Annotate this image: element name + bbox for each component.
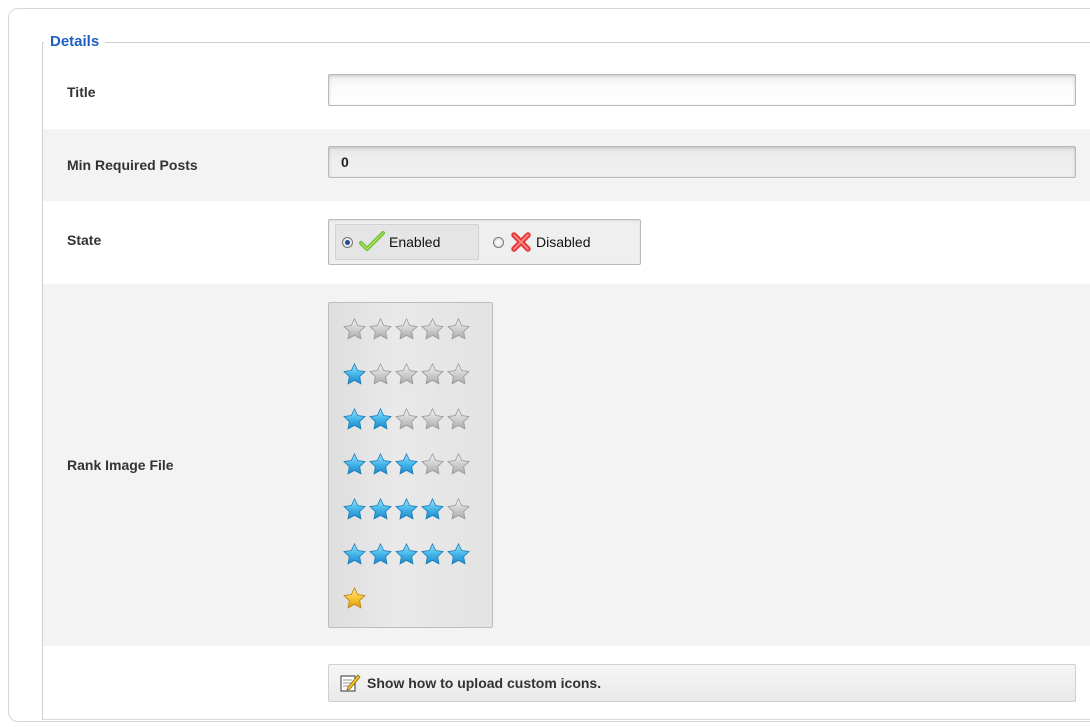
gray-star-icon (420, 317, 445, 342)
upload-help-text: Show how to upload custom icons. (367, 675, 602, 691)
gray-star-icon (446, 407, 471, 432)
blue-star-icon (368, 542, 393, 567)
gray-star-icon (446, 362, 471, 387)
rank-option-4-stars[interactable] (342, 497, 471, 527)
enabled-label: Enabled (389, 234, 441, 250)
rank-option-1-stars[interactable] (342, 362, 471, 392)
blue-star-icon (342, 452, 367, 477)
blue-star-icon (394, 497, 419, 522)
rank-image-row: Rank Image File (43, 284, 1090, 646)
fieldset-legend: Details (44, 33, 106, 50)
enabled-radio[interactable] (342, 236, 353, 248)
gray-star-icon (446, 317, 471, 342)
blue-star-icon (394, 542, 419, 567)
state-radio-group: Enabled Disabled (328, 219, 641, 265)
rank-option-0-stars[interactable] (342, 317, 471, 347)
blue-star-icon (420, 497, 445, 522)
blue-star-icon (342, 497, 367, 522)
blue-star-icon (446, 542, 471, 567)
blue-star-icon (342, 362, 367, 387)
state-label: State (67, 232, 102, 248)
gray-star-icon (420, 362, 445, 387)
state-row: State Enabled Disabled (43, 201, 1090, 284)
state-enabled-option[interactable]: Enabled (335, 224, 479, 260)
gray-star-icon (394, 407, 419, 432)
title-label: Title (67, 84, 96, 100)
gray-star-icon (368, 362, 393, 387)
blue-star-icon (342, 542, 367, 567)
blue-star-icon (394, 452, 419, 477)
gold-star-icon (342, 586, 367, 611)
gray-star-icon (446, 452, 471, 477)
gray-star-icon (368, 317, 393, 342)
gray-star-icon (446, 497, 471, 522)
title-input[interactable] (328, 74, 1076, 106)
min-posts-label: Min Required Posts (67, 157, 198, 173)
gray-star-icon (420, 452, 445, 477)
gray-star-icon (420, 407, 445, 432)
gray-star-icon (394, 362, 419, 387)
green-check-icon (359, 231, 385, 251)
note-edit-icon (340, 674, 361, 692)
rank-option-5-stars[interactable] (342, 542, 471, 572)
rank-image-listbox[interactable] (328, 302, 493, 628)
gray-star-icon (342, 317, 367, 342)
rank-option-2-stars[interactable] (342, 407, 471, 437)
blue-star-icon (368, 407, 393, 432)
upload-help-link[interactable]: Show how to upload custom icons. (328, 664, 1076, 702)
min-posts-input[interactable] (328, 146, 1076, 178)
state-disabled-option[interactable]: Disabled (487, 224, 639, 260)
rank-option-3-stars[interactable] (342, 452, 471, 482)
rank-image-label: Rank Image File (67, 457, 174, 473)
disabled-radio[interactable] (493, 236, 504, 248)
disabled-label: Disabled (536, 234, 591, 250)
rank-option-gold-star[interactable] (342, 586, 367, 616)
blue-star-icon (420, 542, 445, 567)
title-row: Title (43, 58, 1090, 129)
blue-star-icon (368, 497, 393, 522)
min-posts-row: Min Required Posts (43, 129, 1090, 201)
help-row: Show how to upload custom icons. (43, 646, 1090, 720)
blue-star-icon (342, 407, 367, 432)
blue-star-icon (368, 452, 393, 477)
red-x-icon (511, 232, 531, 252)
gray-star-icon (394, 317, 419, 342)
